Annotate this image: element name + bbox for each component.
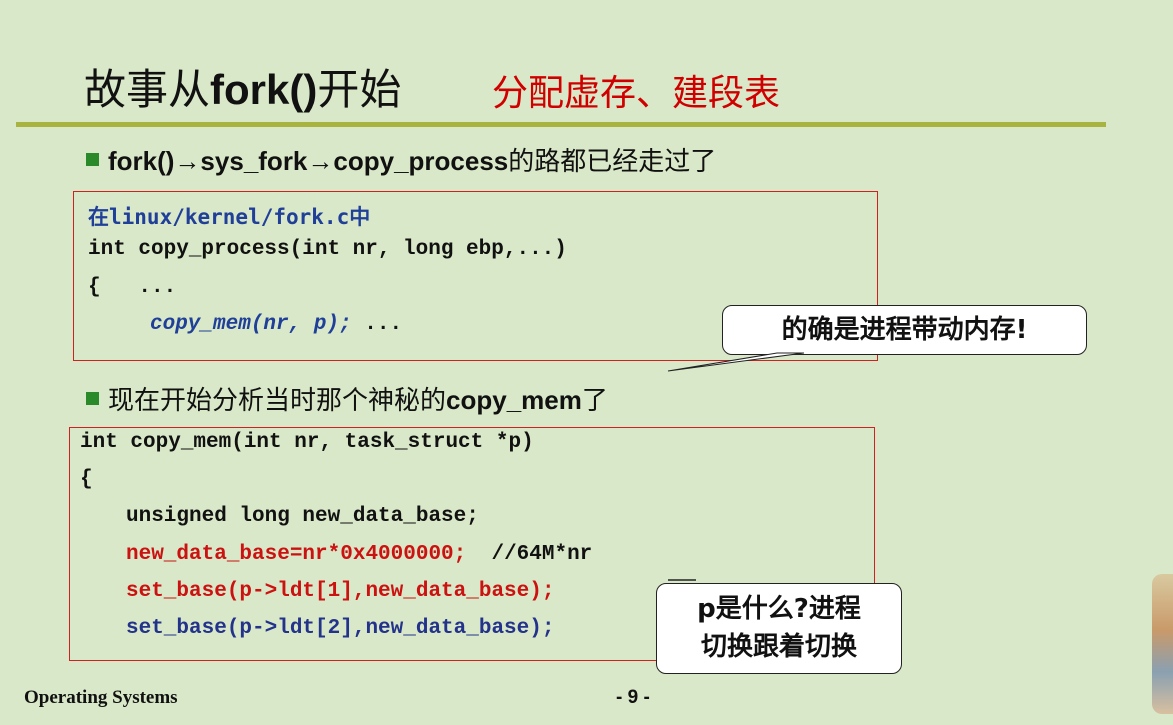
footer-course: Operating Systems bbox=[24, 687, 178, 708]
footer-page-number: - 9 - bbox=[616, 687, 650, 708]
decorative-image bbox=[1152, 574, 1173, 714]
callout-1-tail bbox=[667, 352, 805, 372]
callout-pointers bbox=[667, 352, 805, 581]
